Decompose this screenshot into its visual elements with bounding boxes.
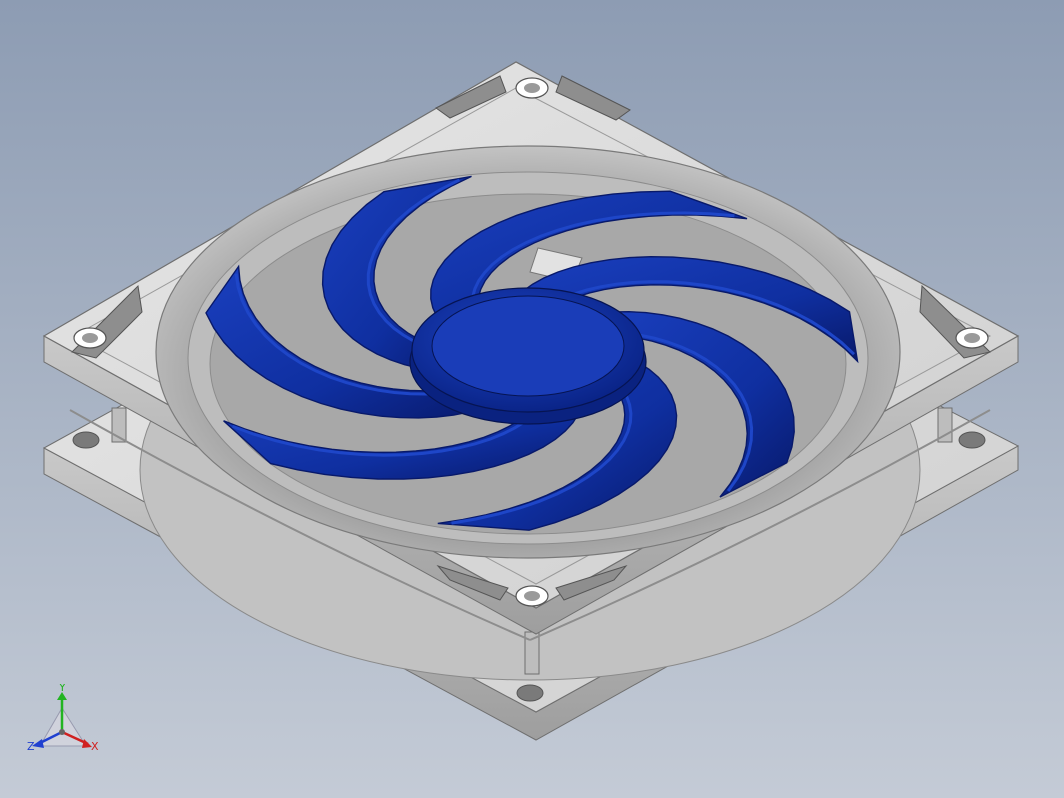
orientation-triad: Y X Z [27, 684, 99, 753]
fan-3d-model[interactable] [0, 0, 1064, 798]
impeller-hub [409, 287, 647, 425]
x-axis-label: X [91, 740, 99, 753]
graphics-viewport[interactable]: Y X Z [0, 0, 1064, 798]
y-axis-label: Y [58, 684, 66, 694]
z-axis-label: Z [27, 740, 35, 753]
